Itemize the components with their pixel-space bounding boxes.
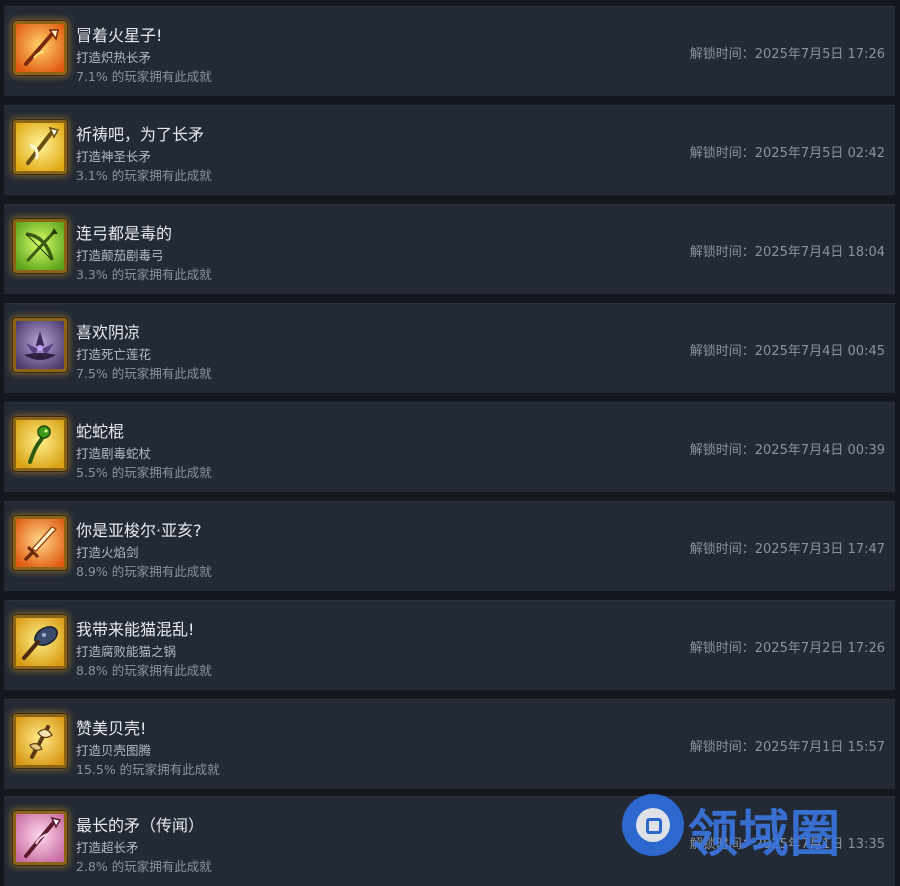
achievement-title: 连弓都是毒的 bbox=[76, 224, 173, 243]
achievement-row[interactable]: 你是亚梭尔·亚亥? 打造火焰剑 8.9% 的玩家拥有此成就 解锁时间：2025年… bbox=[4, 501, 895, 591]
achievement-description: 打造腐败能猫之锅 bbox=[76, 644, 177, 659]
achievement-row[interactable]: 最长的矛（传闻） 打造超长矛 2.8% 的玩家拥有此成就 解锁时间：2025年7… bbox=[4, 796, 895, 886]
achievement-description: 打造剧毒蛇杖 bbox=[76, 446, 152, 461]
fire-spear-icon bbox=[13, 21, 67, 75]
achievement-unlock-time: 解锁时间：2025年7月4日 00:39 bbox=[689, 443, 885, 458]
achievement-unlock-rate: 7.5% 的玩家拥有此成就 bbox=[76, 366, 212, 381]
achievement-unlock-time: 解锁时间：2025年7月4日 00:45 bbox=[689, 344, 885, 359]
achievement-description: 打造炽热长矛 bbox=[76, 50, 152, 65]
achievement-unlock-rate: 2.8% 的玩家拥有此成就 bbox=[76, 859, 212, 874]
achievement-description: 打造神圣长矛 bbox=[76, 149, 152, 164]
achievement-row[interactable]: 连弓都是毒的 打造颠茄剧毒弓 3.3% 的玩家拥有此成就 解锁时间：2025年7… bbox=[4, 204, 895, 294]
achievement-unlock-rate: 7.1% 的玩家拥有此成就 bbox=[76, 69, 212, 84]
achievement-unlock-time: 解锁时间：2025年7月2日 17:26 bbox=[689, 641, 885, 656]
achievement-row[interactable]: 我带来能猫混乱! 打造腐败能猫之锅 8.8% 的玩家拥有此成就 解锁时间：202… bbox=[4, 600, 895, 690]
achievement-title: 冒着火星子! bbox=[76, 26, 163, 45]
achievement-row[interactable]: 冒着火星子! 打造炽热长矛 7.1% 的玩家拥有此成就 解锁时间：2025年7月… bbox=[4, 6, 895, 96]
holy-spear-icon bbox=[13, 120, 67, 174]
achievement-row[interactable]: 祈祷吧，为了长矛 打造神圣长矛 3.1% 的玩家拥有此成就 解锁时间：2025年… bbox=[4, 105, 895, 195]
achievement-row[interactable]: 赞美贝壳! 打造贝壳图腾 15.5% 的玩家拥有此成就 解锁时间：2025年7月… bbox=[4, 699, 895, 789]
achievement-title: 祈祷吧，为了长矛 bbox=[76, 125, 205, 144]
achievement-unlock-rate: 3.3% 的玩家拥有此成就 bbox=[76, 267, 212, 282]
achievement-title: 你是亚梭尔·亚亥? bbox=[76, 521, 202, 540]
death-lotus-icon bbox=[13, 318, 67, 372]
achievement-unlock-time: 解锁时间：2025年7月3日 17:47 bbox=[689, 542, 885, 557]
achievement-title: 赞美贝壳! bbox=[76, 719, 147, 738]
achievement-title: 蛇蛇棍 bbox=[76, 422, 125, 441]
achievement-unlock-time: 解锁时间：2025年7月4日 18:04 bbox=[689, 245, 885, 260]
achievement-unlock-time: 解锁时间：2025年7月1日 13:35 bbox=[689, 837, 885, 852]
snake-staff-icon bbox=[13, 417, 67, 471]
achievement-title: 喜欢阴凉 bbox=[76, 323, 141, 342]
achievement-unlock-rate: 3.1% 的玩家拥有此成就 bbox=[76, 168, 212, 183]
achievement-unlock-time: 解锁时间：2025年7月1日 15:57 bbox=[689, 740, 885, 755]
panda-wok-icon bbox=[13, 615, 67, 669]
achievement-unlock-time: 解锁时间：2025年7月5日 02:42 bbox=[689, 146, 885, 161]
achievement-description: 打造死亡莲花 bbox=[76, 347, 152, 362]
long-spear-icon bbox=[13, 811, 67, 865]
achievement-description: 打造贝壳图腾 bbox=[76, 743, 152, 758]
shell-totem-icon bbox=[13, 714, 67, 768]
achievement-list: 冒着火星子! 打造炽热长矛 7.1% 的玩家拥有此成就 解锁时间：2025年7月… bbox=[0, 0, 900, 886]
flame-sword-icon bbox=[13, 516, 67, 570]
achievement-title: 我带来能猫混乱! bbox=[76, 620, 195, 639]
achievement-description: 打造火焰剑 bbox=[76, 545, 139, 560]
achievement-unlock-rate: 5.5% 的玩家拥有此成就 bbox=[76, 465, 212, 480]
achievement-description: 打造超长矛 bbox=[76, 840, 139, 855]
achievement-unlock-rate: 8.9% 的玩家拥有此成就 bbox=[76, 564, 212, 579]
achievement-row[interactable]: 蛇蛇棍 打造剧毒蛇杖 5.5% 的玩家拥有此成就 解锁时间：2025年7月4日 … bbox=[4, 402, 895, 492]
achievement-unlock-rate: 15.5% 的玩家拥有此成就 bbox=[76, 762, 220, 777]
achievement-title: 最长的矛（传闻） bbox=[76, 816, 205, 835]
achievement-unlock-rate: 8.8% 的玩家拥有此成就 bbox=[76, 663, 212, 678]
achievement-description: 打造颠茄剧毒弓 bbox=[76, 248, 164, 263]
poison-bow-icon bbox=[13, 219, 67, 273]
achievement-unlock-time: 解锁时间：2025年7月5日 17:26 bbox=[689, 47, 885, 62]
achievement-row[interactable]: 喜欢阴凉 打造死亡莲花 7.5% 的玩家拥有此成就 解锁时间：2025年7月4日… bbox=[4, 303, 895, 393]
